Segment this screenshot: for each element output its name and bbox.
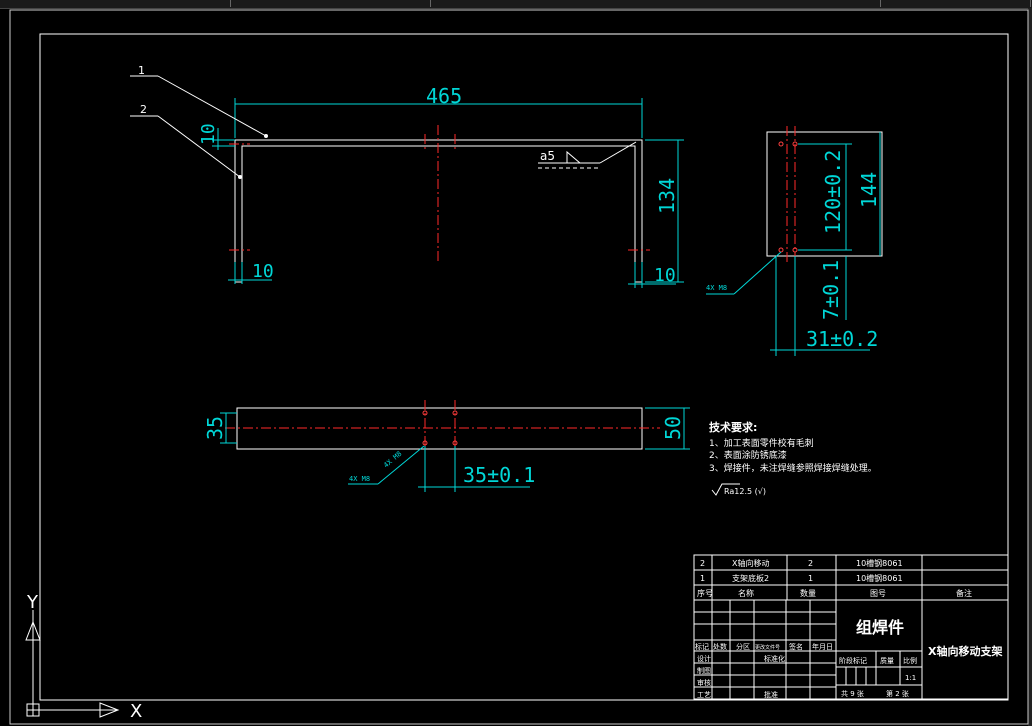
ucs-y-label: Y (26, 592, 39, 613)
dim-length-label: 465 (426, 84, 462, 108)
part-row-2-no: 1 (700, 574, 705, 583)
tech-req-item-2: 2、表面涂防锈底漆 (709, 449, 787, 461)
part-row-1-qty: 2 (808, 559, 813, 568)
part-row-2-qty: 1 (808, 574, 813, 583)
sign-row-check: 审核 (697, 678, 711, 687)
dim-top-right-label: 50 (661, 416, 685, 440)
approve-label: 批准 (764, 690, 778, 699)
dim-right-leg-label: 10 (654, 265, 676, 286)
dim-height-label: 134 (655, 178, 679, 214)
drawing-name: X轴向移动支架 (928, 644, 1002, 658)
header-qty: 数量 (800, 588, 816, 598)
leader-2-label: 2 (140, 103, 147, 116)
header-material: 图号 (870, 589, 886, 598)
ucs-x-label: X (130, 701, 142, 722)
roughness-note: Ra12.5 (√) (724, 487, 766, 496)
part-row-1-no: 2 (700, 559, 705, 568)
dim-top-hole-spacing-label: 35±0.1 (463, 463, 535, 487)
side-view: 120±0.2 144 7±0.1 31±0.2 4X M8 (706, 126, 883, 356)
scale-value: 1:1 (905, 674, 916, 682)
tech-req-item-3: 3、焊接件，未注焊缝参照焊接焊缝处理。 (709, 462, 877, 474)
rev-col-zone: 分区 (736, 642, 750, 651)
title-block: 2 X轴向移动 2 10槽钢8061 1 支架底板2 1 10槽钢8061 序号… (693, 554, 1009, 700)
rev-col-count: 处数 (713, 642, 727, 651)
part-row-1-material: 10槽钢8061 (856, 558, 903, 568)
side-hole-note: 4X M8 (706, 284, 727, 292)
sign-row-draw: 制图 (697, 666, 711, 675)
header-name: 名称 (738, 588, 754, 598)
dim-thickness-label: 10 (198, 123, 219, 145)
dim-width-label: 31±0.2 (806, 327, 878, 351)
part-leaders: 1 2 (130, 64, 268, 179)
technical-requirements: 技术要求: 1、加工表面零件校有毛刺 2、表面涂防锈底漆 3、焊接件，未注焊缝参… (709, 420, 877, 496)
mass-label: 质量 (880, 656, 894, 665)
part-row-1-name: X轴向移动 (732, 558, 769, 568)
drawing-canvas[interactable]: 465 10 134 10 10 a5 1 2 120±0.2 144 7±0.… (0, 0, 1032, 726)
dim-left-leg-label: 10 (252, 261, 274, 282)
front-view: 465 10 134 10 10 a5 (198, 84, 684, 288)
tech-req-title: 技术要求: (709, 420, 757, 434)
part-row-2-material: 10槽钢8061 (856, 573, 903, 583)
top-view: 35 50 35±0.1 4X M8 4X M8 (203, 400, 690, 492)
header-no: 序号 (697, 588, 713, 598)
tech-req-item-1: 1、加工表面零件校有毛刺 (709, 437, 814, 449)
sign-row-process: 工艺 (697, 691, 711, 699)
dim-hole-spacing-label: 120±0.2 (821, 150, 845, 234)
ucs-icon: Y X (25, 592, 142, 722)
weld-symbol-label: a5 (540, 149, 555, 163)
sheets-total: 共 9 张 (841, 689, 864, 698)
leader-1-label: 1 (138, 64, 145, 77)
top-hole-note: 4X M8 (349, 475, 370, 483)
rev-col-sign: 签名 (789, 642, 803, 651)
rev-col-mark: 标记 (695, 642, 709, 651)
rev-col-date: 年月日 (812, 642, 833, 651)
scale-label: 比例 (903, 656, 917, 665)
sign-row-design: 设计 (697, 654, 711, 663)
std-label: 标准化 (764, 654, 785, 663)
rev-col-docno: 更改文件号 (755, 644, 780, 651)
dim-top-left-label: 35 (203, 416, 227, 440)
part-type-title: 组焊件 (856, 618, 904, 637)
sheet-number: 第 2 张 (886, 689, 909, 698)
dim-side-height-label: 144 (857, 172, 881, 208)
header-remark: 备注 (956, 588, 972, 598)
stage-mark-label: 阶段标记 (839, 656, 867, 665)
sheet-outer-border (9, 9, 1029, 725)
dim-offset-label: 7±0.1 (819, 260, 843, 320)
part-row-2-name: 支架底板2 (732, 573, 769, 583)
top-hole-note-2: 4X M8 (382, 450, 403, 470)
